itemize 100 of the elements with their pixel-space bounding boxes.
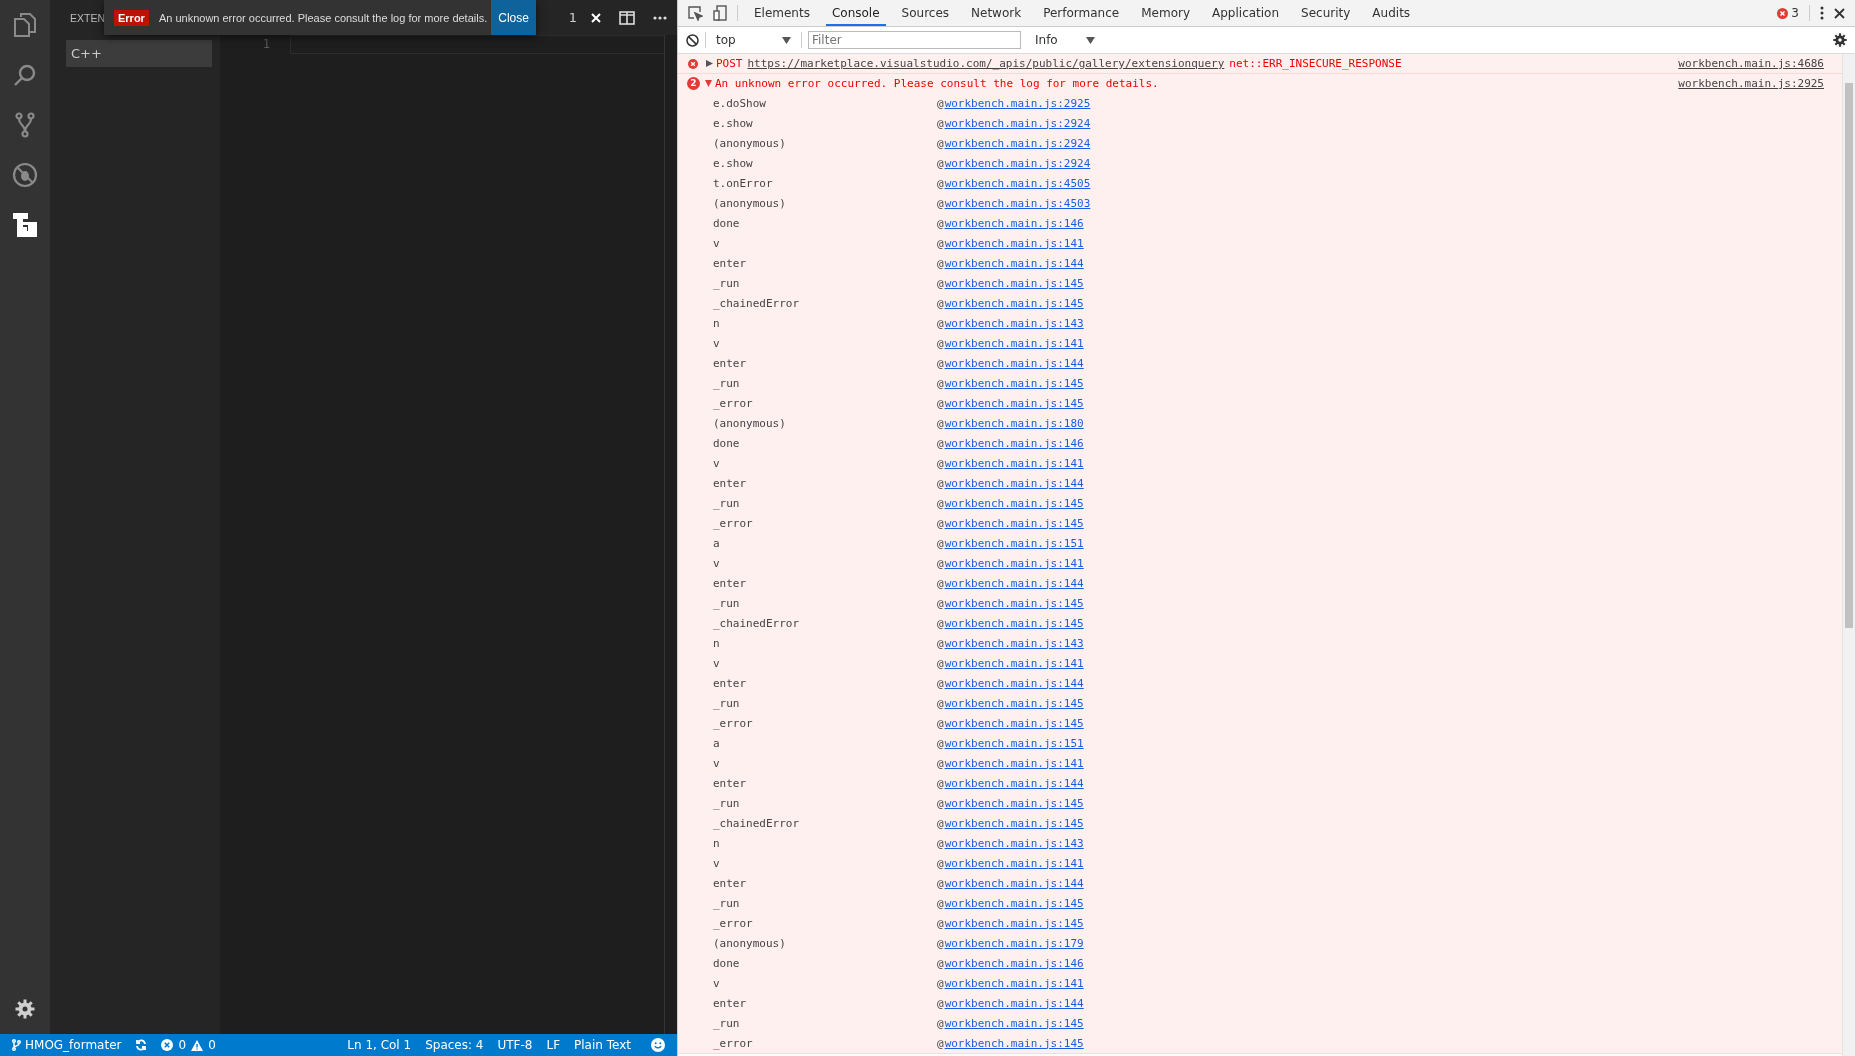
source-link[interactable]: workbench.main.js:145	[944, 396, 1084, 410]
source-link[interactable]: workbench.main.js:2924	[944, 156, 1091, 170]
request-url[interactable]: https://marketplace.visualstudio.com/_apis/public/gallery/extensionquery	[747, 57, 1225, 70]
source-link[interactable]: workbench.main.js:180	[944, 416, 1084, 430]
collapsed-icon[interactable]	[706, 60, 713, 67]
source-link[interactable]: workbench.main.js:141	[944, 656, 1084, 670]
files-icon[interactable]	[13, 12, 37, 38]
source-link[interactable]: workbench.main.js:145	[944, 496, 1084, 510]
source-link[interactable]: workbench.main.js:141	[944, 456, 1084, 470]
source-link[interactable]: workbench.main.js:145	[944, 296, 1084, 310]
clear-console-icon[interactable]	[686, 33, 699, 47]
source-link[interactable]: workbench.main.js:144	[944, 356, 1084, 370]
at-sign: @	[937, 556, 944, 570]
source-link[interactable]: workbench.main.js:145	[944, 696, 1084, 710]
source-link[interactable]: workbench.main.js:144	[944, 776, 1084, 790]
source-link[interactable]: workbench.main.js:141	[944, 236, 1084, 250]
source-link[interactable]: workbench.main.js:2925	[944, 96, 1091, 110]
inspect-icon[interactable]	[688, 5, 703, 21]
source-link[interactable]: workbench.main.js:146	[944, 956, 1084, 970]
smiley-icon[interactable]	[651, 1038, 665, 1052]
source-link[interactable]: workbench.main.js:145	[944, 916, 1084, 930]
source-link[interactable]: workbench.main.js:141	[944, 976, 1084, 990]
devtools-tab[interactable]: Audits	[1366, 0, 1417, 26]
devtools-tab[interactable]: Sources	[895, 0, 956, 26]
source-link[interactable]: workbench.main.js:145	[944, 896, 1084, 910]
source-link[interactable]: workbench.main.js:145	[944, 376, 1084, 390]
branch-item[interactable]: HMOG_formater	[12, 1038, 122, 1052]
at-sign: @	[937, 1036, 944, 1050]
search-icon[interactable]	[13, 63, 37, 87]
tab-count: 1	[568, 10, 577, 25]
source-link[interactable]: workbench.main.js:2924	[944, 116, 1091, 130]
sync-icon[interactable]	[135, 1039, 148, 1051]
source-link[interactable]: workbench.main.js:141	[944, 856, 1084, 870]
encoding[interactable]: UTF-8	[497, 1038, 533, 1052]
devtools-tab[interactable]: Application	[1206, 0, 1286, 26]
devtools-tab[interactable]: Console	[825, 0, 886, 26]
settings-icon[interactable]	[15, 999, 35, 1019]
source-link[interactable]: workbench.main.js:144	[944, 676, 1084, 690]
at-sign: @	[937, 536, 944, 550]
source-link[interactable]: workbench.main.js:145	[944, 616, 1084, 630]
source-link[interactable]: workbench.main.js:146	[944, 436, 1084, 450]
function-name: done	[713, 956, 741, 970]
settings-icon[interactable]	[1833, 33, 1847, 47]
source-link[interactable]: workbench.main.js:4686	[1678, 57, 1824, 70]
more-icon[interactable]	[653, 15, 667, 20]
source-link[interactable]: workbench.main.js:2925	[1678, 77, 1824, 90]
error-count[interactable]: 0	[178, 1038, 187, 1052]
source-link[interactable]: workbench.main.js:141	[944, 336, 1084, 350]
warning-count[interactable]: 0	[208, 1038, 216, 1052]
source-link[interactable]: workbench.main.js:144	[944, 876, 1084, 890]
source-link[interactable]: workbench.main.js:146	[944, 216, 1084, 230]
source-link[interactable]: workbench.main.js:143	[944, 636, 1084, 650]
source-link[interactable]: workbench.main.js:179	[944, 936, 1084, 950]
filter-field[interactable]: Filter	[808, 31, 1021, 49]
devtools-tab[interactable]: Performance	[1037, 0, 1126, 26]
source-link[interactable]: workbench.main.js:2924	[944, 136, 1091, 150]
devtools-tab[interactable]: Security	[1295, 0, 1357, 26]
close-icon[interactable]	[1834, 7, 1845, 19]
source-link[interactable]: workbench.main.js:143	[944, 316, 1084, 330]
source-link[interactable]: workbench.main.js:144	[944, 996, 1084, 1010]
split-editor-icon[interactable]	[619, 10, 635, 25]
source-link[interactable]: workbench.main.js:145	[944, 1016, 1084, 1030]
source-link[interactable]: workbench.main.js:4503	[944, 196, 1091, 210]
source-link[interactable]: workbench.main.js:151	[944, 536, 1084, 550]
source-link[interactable]: workbench.main.js:145	[944, 1036, 1084, 1050]
source-link[interactable]: workbench.main.js:4505	[944, 176, 1091, 190]
scrollbar-thumb[interactable]	[1845, 83, 1853, 628]
source-link[interactable]: workbench.main.js:144	[944, 576, 1084, 590]
more-icon[interactable]	[1820, 6, 1824, 20]
device-icon[interactable]	[713, 5, 727, 21]
no-bug-icon[interactable]	[12, 162, 38, 188]
cursor-position[interactable]: Ln 1, Col 1	[347, 1038, 412, 1052]
source-link[interactable]: workbench.main.js:145	[944, 516, 1084, 530]
branch-icon[interactable]	[15, 112, 35, 138]
function-name: _run	[713, 796, 741, 810]
source-link[interactable]: workbench.main.js:145	[944, 796, 1084, 810]
line-ending[interactable]: LF	[546, 1038, 561, 1052]
extensions-icon[interactable]	[13, 213, 37, 237]
context-select[interactable]: top	[712, 33, 795, 47]
error-count[interactable]: 3	[1791, 6, 1799, 20]
function-name: e.doShow	[713, 96, 767, 110]
source-link[interactable]: workbench.main.js:141	[944, 756, 1084, 770]
extension-item[interactable]: C++	[66, 40, 212, 67]
source-link[interactable]: workbench.main.js:145	[944, 596, 1084, 610]
source-link[interactable]: workbench.main.js:145	[944, 816, 1084, 830]
expanded-icon[interactable]	[705, 80, 712, 87]
source-link[interactable]: workbench.main.js:145	[944, 716, 1084, 730]
source-link[interactable]: workbench.main.js:151	[944, 736, 1084, 750]
devtools-tab[interactable]: Memory	[1135, 0, 1196, 26]
level-select[interactable]: Info	[1031, 33, 1099, 47]
source-link[interactable]: workbench.main.js:144	[944, 256, 1084, 270]
source-link[interactable]: workbench.main.js:143	[944, 836, 1084, 850]
close-button[interactable]: Close	[491, 0, 536, 35]
source-link[interactable]: workbench.main.js:141	[944, 556, 1084, 570]
language-mode[interactable]: Plain Text	[574, 1038, 631, 1052]
indentation[interactable]: Spaces: 4	[425, 1038, 484, 1052]
source-link[interactable]: workbench.main.js:144	[944, 476, 1084, 490]
devtools-tab[interactable]: Network	[965, 0, 1028, 26]
source-link[interactable]: workbench.main.js:145	[944, 276, 1084, 290]
devtools-tab[interactable]: Elements	[748, 0, 816, 26]
